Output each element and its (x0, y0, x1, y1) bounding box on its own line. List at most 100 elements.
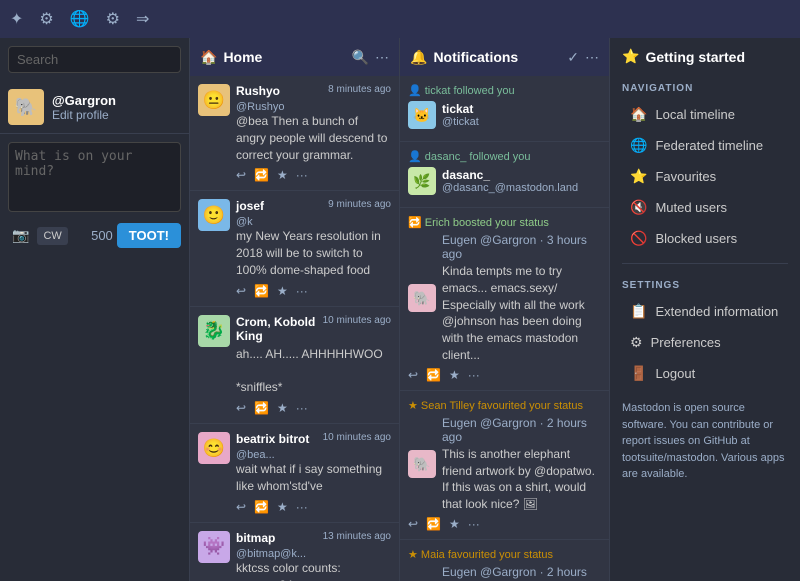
notif-fav[interactable]: ★ (449, 368, 460, 382)
getting-started-label: Getting started (645, 49, 745, 65)
notifications-scroll[interactable]: 👤 tickat followed you 🐱 tickat @tickat 👤… (400, 76, 609, 581)
notif-boost[interactable]: 🔁 (426, 517, 441, 531)
notifications-column: 🔔 Notifications ✓ ⋯ 👤 tickat followed yo… (400, 38, 610, 581)
post-text: my New Years resolution in 2018 will be … (236, 228, 391, 278)
star-icon: ⭐ (622, 48, 639, 65)
compose-textarea[interactable] (8, 142, 181, 212)
settings-item-preferences[interactable]: ⚙ Preferences (622, 328, 788, 357)
reply-button[interactable]: ↩ (236, 284, 246, 298)
nav-item-label: Favourites (655, 169, 716, 184)
nav-item-icon: 🌐 (630, 137, 647, 154)
cw-button[interactable]: CW (37, 227, 67, 245)
nav-icon-1[interactable]: ✦ (10, 9, 23, 29)
notif-settings-icon[interactable]: ⋯ (585, 49, 599, 66)
settings-item-extended-information[interactable]: 📋 Extended information (622, 297, 788, 326)
home-feed-column: 🏠 Home 🔍 ⋯ 😐 Rushyo 8 minutes ago @Rushy… (190, 38, 400, 581)
boost-button[interactable]: 🔁 (254, 401, 269, 415)
more-button[interactable]: ··· (296, 168, 308, 182)
notification-item: ★ Sean Tilley favourited your status 🐘 E… (400, 391, 609, 540)
post-actions: ↩ 🔁 ★ ··· (236, 500, 391, 514)
notif-reply[interactable]: ↩ (408, 517, 418, 531)
more-button[interactable]: ··· (296, 284, 308, 298)
notif-post-text: This is another elephant friend artwork … (442, 446, 601, 513)
notif-display-name: tickat (442, 102, 479, 116)
compose-sidebar: 🐘 @Gargron Edit profile 📷 CW 500 TOOT! (0, 38, 190, 581)
post-avatar: 🐉 (198, 315, 230, 347)
post-author: Rushyo (236, 84, 280, 98)
notif-more[interactable]: ··· (468, 368, 480, 382)
notif-user-info: dasanc_ @dasanc_@mastodon.land (442, 168, 578, 194)
nav-item-blocked-users[interactable]: 🚫 Blocked users (622, 224, 788, 253)
post-content: beatrix bitrot 10 minutes ago @bea... wa… (236, 432, 391, 514)
boost-button[interactable]: 🔁 (254, 284, 269, 298)
home-feed-scroll[interactable]: 😐 Rushyo 8 minutes ago @Rushyo @bea Then… (190, 76, 399, 581)
nav-icon-4[interactable]: ⚙ (106, 9, 120, 29)
nav-item-icon: 🚫 (630, 230, 647, 247)
post-content: Crom, Kobold King 10 minutes ago ah.... … (236, 315, 391, 415)
checkmark-icon[interactable]: ✓ (567, 49, 579, 66)
search-icon[interactable]: 🔍 (352, 49, 369, 66)
boost-button[interactable]: 🔁 (254, 500, 269, 514)
notif-boost[interactable]: 🔁 (426, 368, 441, 382)
notification-item: ★ Maia favourited your status 🐘 Eugen @G… (400, 540, 609, 581)
notif-fav[interactable]: ★ (449, 517, 460, 531)
notif-more[interactable]: ··· (468, 517, 480, 531)
notif-type: ★ Sean Tilley favourited your status (408, 399, 601, 412)
post-time: 10 minutes ago (323, 315, 391, 326)
post-header: Crom, Kobold King 10 minutes ago (236, 315, 391, 343)
nav-icon-2[interactable]: ⚙ (39, 9, 53, 29)
fav-button[interactable]: ★ (277, 284, 288, 298)
notif-poster: Eugen @Gargron · 3 hours ago (442, 233, 601, 261)
search-bar-container (0, 38, 189, 81)
edit-profile-link[interactable]: Edit profile (52, 108, 116, 122)
nav-item-icon: 🔇 (630, 199, 647, 216)
reply-button[interactable]: ↩ (236, 500, 246, 514)
post-content: Rushyo 8 minutes ago @Rushyo @bea Then a… (236, 84, 391, 182)
more-button[interactable]: ··· (296, 401, 308, 415)
post-item: 🐉 Crom, Kobold King 10 minutes ago ah...… (190, 307, 399, 424)
compose-icon-group: 📷 CW (8, 225, 87, 246)
search-input[interactable] (8, 46, 181, 73)
post-avatar: 👾 (198, 531, 230, 563)
avatar-face: 🙂 (198, 199, 230, 231)
post-content: josef 9 minutes ago @k my New Years reso… (236, 199, 391, 297)
settings-item-logout[interactable]: 🚪 Logout (622, 359, 788, 388)
bell-icon: 🔔 (410, 49, 427, 66)
notif-reply[interactable]: ↩ (408, 368, 418, 382)
notif-user-row: 🐱 tickat @tickat (408, 101, 601, 129)
fav-button[interactable]: ★ (277, 500, 288, 514)
settings-item-icon: ⚙ (630, 334, 643, 351)
boost-button[interactable]: 🔁 (254, 168, 269, 182)
notif-user-row: 🐘 Eugen @Gargron · 3 hours ago Kinda tem… (408, 233, 601, 364)
profile-name: @Gargron (52, 93, 116, 108)
notifications-title-text: Notifications (433, 49, 518, 65)
nav-item-muted-users[interactable]: 🔇 Muted users (622, 193, 788, 222)
image-icon[interactable]: 📷 (8, 225, 33, 246)
notif-handle: @tickat (442, 116, 479, 128)
home-icon: 🏠 (200, 49, 217, 66)
nav-item-federated-timeline[interactable]: 🌐 Federated timeline (622, 131, 788, 160)
home-title: 🏠 Home (200, 49, 262, 66)
nav-icon-3[interactable]: 🌐 (70, 9, 90, 29)
notification-item: 👤 dasanc_ followed you 🌿 dasanc_ @dasanc… (400, 142, 609, 208)
settings-icon[interactable]: ⋯ (375, 49, 389, 66)
notif-user-info: tickat @tickat (442, 102, 479, 128)
notif-type: ★ Maia favourited your status (408, 548, 601, 561)
nav-item-local-timeline[interactable]: 🏠 Local timeline (622, 100, 788, 129)
reply-button[interactable]: ↩ (236, 168, 246, 182)
avatar-face: 👾 (198, 531, 230, 563)
reply-button[interactable]: ↩ (236, 401, 246, 415)
toot-button[interactable]: TOOT! (117, 223, 181, 248)
divider (622, 263, 788, 264)
nav-item-favourites[interactable]: ⭐ Favourites (622, 162, 788, 191)
nav-icon-5[interactable]: ⇒ (136, 9, 149, 29)
post-item: 🙂 josef 9 minutes ago @k my New Years re… (190, 191, 399, 306)
post-time: 13 minutes ago (323, 531, 391, 542)
notif-type: 🔁 Erich boosted your status (408, 216, 601, 229)
settings-item-icon: 📋 (630, 303, 647, 320)
post-author: beatrix bitrot (236, 432, 309, 446)
fav-button[interactable]: ★ (277, 168, 288, 182)
fav-button[interactable]: ★ (277, 401, 288, 415)
notif-avatar: 🐱 (408, 101, 436, 129)
more-button[interactable]: ··· (296, 500, 308, 514)
